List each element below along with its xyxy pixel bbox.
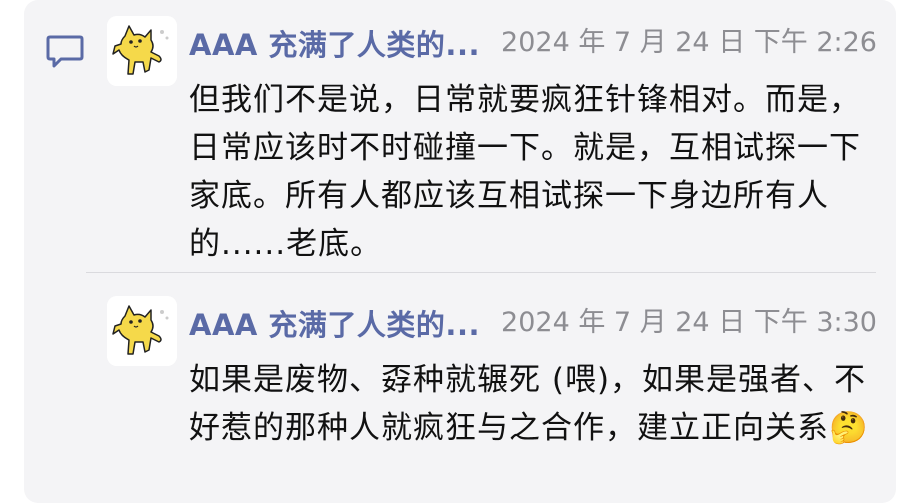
timestamp: 2024 年 7 月 24 日 下午 3:30 <box>501 307 877 338</box>
comment-bubble-icon[interactable] <box>45 34 85 70</box>
avatar[interactable] <box>107 16 177 86</box>
yellow-cat-avatar-icon <box>107 16 177 86</box>
timestamp: 2024 年 7 月 24 日 下午 2:26 <box>501 27 877 58</box>
yellow-cat-avatar-icon <box>107 296 177 366</box>
username[interactable]: AAA 充满了人类的... <box>189 22 480 64</box>
post-body: 如果是废物、孬种就辗死 (喂)，如果是强者、不好惹的那种人就疯狂与之合作，建立正… <box>189 362 869 446</box>
username[interactable]: AAA 充满了人类的... <box>189 302 480 344</box>
avatar[interactable] <box>107 296 177 366</box>
post-body: 但我们不是说，日常就要疯狂针锋相对。而是，日常应该时不时碰撞一下。就是，互相试探… <box>189 82 861 262</box>
divider <box>86 272 876 273</box>
